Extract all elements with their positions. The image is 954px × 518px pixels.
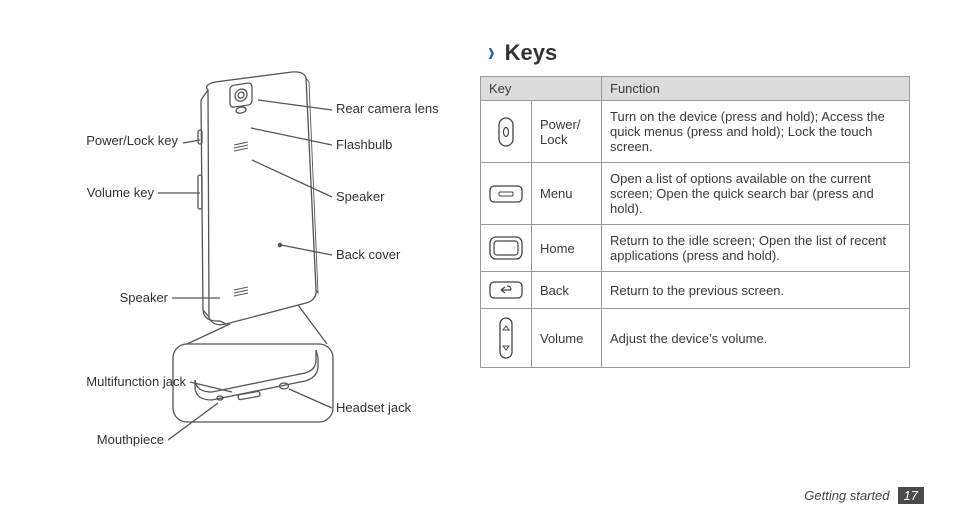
label-mouthpiece: Mouthpiece [18,432,164,447]
header-key: Key [481,77,602,101]
volume-key-icon [481,309,532,368]
table-row: Power/ Lock Turn on the device (press an… [481,101,910,163]
table-row: Home Return to the idle screen; Open the… [481,225,910,272]
back-key-icon [481,272,532,309]
power-lock-key-icon [481,101,532,163]
home-key-icon [481,225,532,272]
label-back-cover: Back cover [336,247,400,262]
key-name: Volume [532,309,602,368]
key-name: Back [532,272,602,309]
table-row: Back Return to the previous screen. [481,272,910,309]
header-function: Function [602,77,910,101]
key-function: Return to the previous screen. [602,272,910,309]
label-rear-camera: Rear camera lens [336,101,439,116]
table-row: Menu Open a list of options available on… [481,163,910,225]
device-diagram: Power/Lock key Volume key Speaker Multif… [0,0,480,518]
label-flashbulb: Flashbulb [336,137,392,152]
key-function: Turn on the device (press and hold); Acc… [602,101,910,163]
key-function: Adjust the device’s volume. [602,309,910,368]
key-name: Power/ Lock [532,101,602,163]
label-power-lock-key: Power/Lock key [18,133,178,148]
label-speaker-right: Speaker [336,189,384,204]
key-name: Home [532,225,602,272]
menu-key-icon [481,163,532,225]
label-headset-jack: Headset jack [336,400,411,415]
footer-section: Getting started [804,488,889,503]
key-function: Open a list of options available on the … [602,163,910,225]
page-number: 17 [898,487,924,504]
label-volume-key: Volume key [18,185,154,200]
chevron-icon: › [488,37,495,69]
section-heading: Keys [505,40,558,66]
key-name: Menu [532,163,602,225]
keys-table: Key Function Power/ Lock Turn on the dev… [480,76,910,368]
label-multifunction-jack: Multifunction jack [18,374,186,389]
label-speaker-left: Speaker [18,290,168,305]
key-function: Return to the idle screen; Open the list… [602,225,910,272]
table-row: Volume Adjust the device’s volume. [481,309,910,368]
